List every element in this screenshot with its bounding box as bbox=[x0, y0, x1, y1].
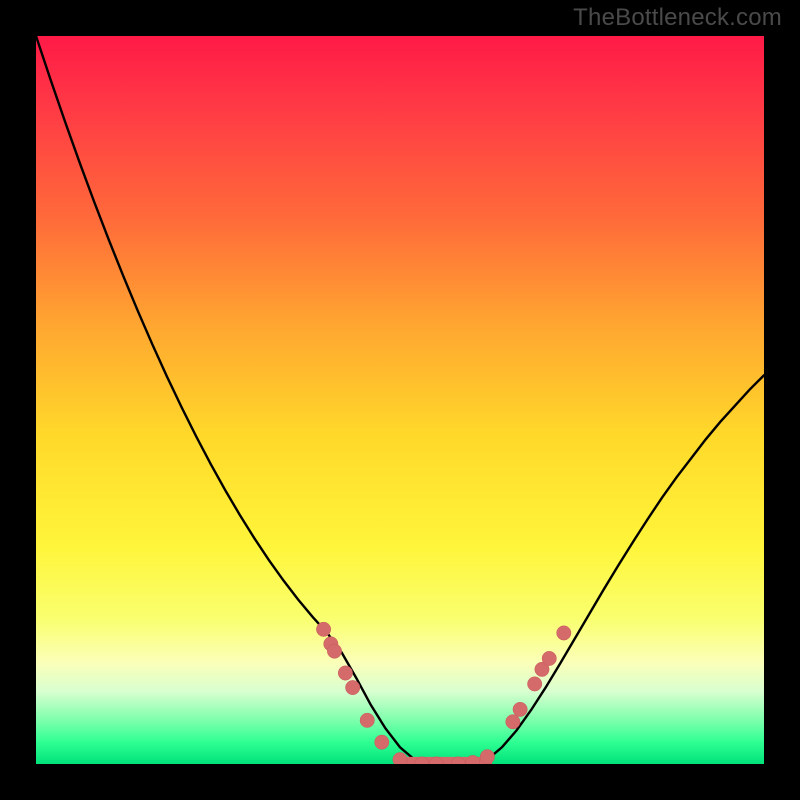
curve-marker bbox=[480, 750, 494, 764]
curve-marker bbox=[542, 651, 556, 665]
curve-marker bbox=[345, 680, 359, 694]
curve-marker bbox=[316, 622, 330, 636]
curve-marker bbox=[466, 755, 480, 764]
curve-marker bbox=[506, 715, 520, 729]
curve-marker bbox=[527, 677, 541, 691]
curve-marker bbox=[360, 713, 374, 727]
curve-marker bbox=[338, 666, 352, 680]
chart-frame: TheBottleneck.com bbox=[0, 0, 800, 800]
curve-marker bbox=[557, 626, 571, 640]
curve-marker bbox=[393, 752, 407, 764]
watermark-text: TheBottleneck.com bbox=[573, 4, 782, 32]
curve-markers bbox=[316, 622, 571, 764]
curve-marker bbox=[327, 644, 341, 658]
plot-area bbox=[36, 36, 764, 764]
curve-marker bbox=[513, 702, 527, 716]
bottleneck-curve bbox=[36, 36, 764, 764]
curve-svg bbox=[36, 36, 764, 764]
curve-marker bbox=[375, 735, 389, 749]
